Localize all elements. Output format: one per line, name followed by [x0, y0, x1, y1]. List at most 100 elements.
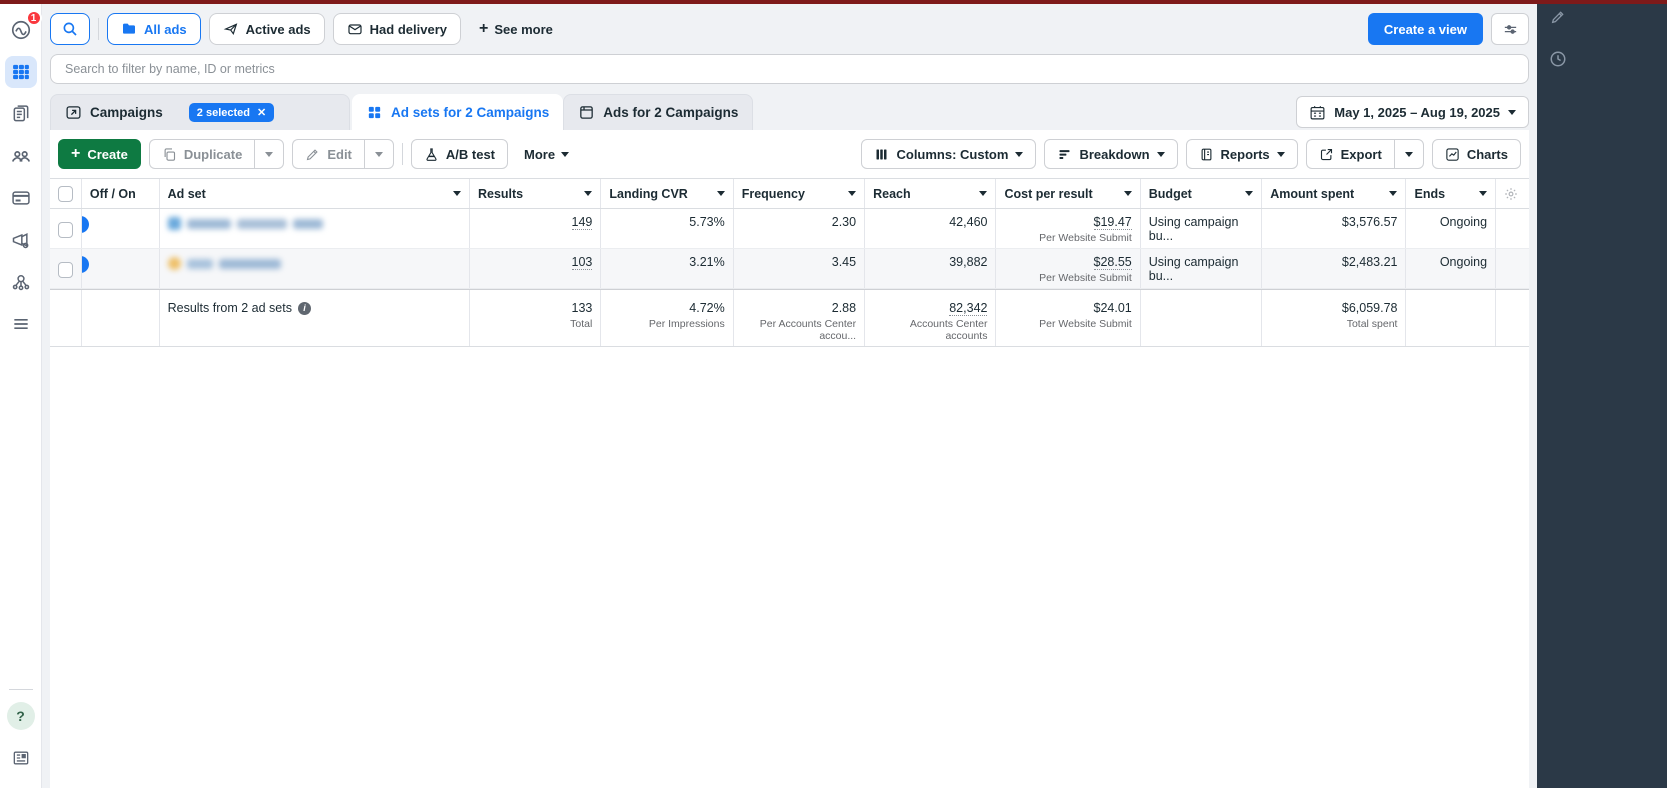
export-dropdown-button[interactable]: [1394, 139, 1424, 169]
filter-pill-label: Had delivery: [370, 22, 447, 37]
right-tools-panel: [1537, 0, 1667, 788]
create-button[interactable]: + Create: [58, 139, 141, 169]
filter-pill-active-ads[interactable]: Active ads: [209, 13, 325, 45]
export-button[interactable]: Export: [1306, 139, 1394, 169]
reach-value: 42,460: [865, 209, 996, 248]
level-tabs: Campaigns 2 selected ✕ Ad sets for 2 Cam…: [50, 94, 1529, 130]
pencil-icon: [305, 147, 320, 162]
table-row[interactable]: 149 5.73% 2.30 42,460 $19.47 Per Website…: [50, 209, 1529, 249]
duplicate-button[interactable]: Duplicate: [149, 139, 255, 169]
summary-landing-cvr-sub: Per Impressions: [609, 318, 724, 330]
sliders-icon: [1502, 21, 1519, 38]
column-header-results[interactable]: Results: [470, 179, 601, 208]
column-header-ends[interactable]: Ends: [1406, 179, 1496, 208]
charts-button[interactable]: Charts: [1432, 139, 1521, 169]
blurred-ad-set-name: [168, 257, 461, 270]
chevron-down-icon: [1277, 152, 1285, 157]
edit-dropdown-button[interactable]: [364, 139, 394, 169]
export-icon: [1319, 147, 1334, 162]
summary-reach-sub: Accounts Center accounts: [873, 318, 987, 342]
sidebar-item-audiences[interactable]: [5, 140, 37, 172]
duplicate-dropdown-button[interactable]: [254, 139, 284, 169]
info-icon[interactable]: i: [298, 302, 311, 315]
column-header-reach[interactable]: Reach: [865, 179, 996, 208]
search-icon: [61, 20, 79, 38]
filter-pill-label: All ads: [144, 22, 187, 37]
sidebar-item-billing[interactable]: [5, 182, 37, 214]
amount-spent-value: $3,576.57: [1262, 209, 1406, 248]
sidebar-item-pages[interactable]: [5, 98, 37, 130]
content-card: + Create Duplicate Edit: [50, 130, 1529, 788]
row-checkbox[interactable]: [58, 262, 73, 278]
chevron-down-icon: [1015, 152, 1023, 157]
reach-value: 39,882: [865, 249, 996, 288]
summary-amount-spent: $6,059.78: [1270, 301, 1397, 315]
history-clock-icon[interactable]: [1547, 48, 1569, 70]
results-value[interactable]: 103: [572, 255, 593, 270]
search-filter-button[interactable]: [50, 13, 90, 45]
sidebar-item-ads[interactable]: [5, 224, 37, 256]
column-header-landing-cvr[interactable]: Landing CVR: [601, 179, 733, 208]
tab-label: Ads for 2 Campaigns: [603, 105, 738, 120]
table-empty-area: [50, 347, 1529, 788]
search-input[interactable]: [50, 54, 1529, 84]
results-value[interactable]: 149: [572, 215, 593, 230]
whats-new-icon[interactable]: [5, 742, 37, 774]
column-header-amount-spent[interactable]: Amount spent: [1262, 179, 1406, 208]
cost-per-result-value[interactable]: $19.47: [1094, 215, 1132, 230]
filter-pill-all-ads[interactable]: All ads: [107, 13, 201, 45]
frequency-value: 3.45: [734, 249, 865, 288]
clear-selection-icon[interactable]: ✕: [257, 106, 266, 119]
sort-caret-icon: [1389, 191, 1397, 196]
edit-pencil-icon[interactable]: [1547, 6, 1569, 28]
envelope-icon: [347, 21, 363, 37]
column-header-budget[interactable]: Budget: [1141, 179, 1262, 208]
reports-button[interactable]: Reports: [1186, 139, 1298, 169]
send-icon: [223, 21, 239, 37]
breakdown-button[interactable]: Breakdown: [1044, 139, 1177, 169]
sidebar-item-business-assets[interactable]: [5, 266, 37, 298]
campaigns-icon: [65, 104, 82, 121]
column-header-ad-set[interactable]: Ad set: [160, 179, 470, 208]
tab-ad-sets[interactable]: Ad sets for 2 Campaigns: [352, 94, 563, 130]
sort-caret-icon: [848, 191, 856, 196]
tab-campaigns[interactable]: Campaigns 2 selected ✕: [50, 94, 350, 130]
landing-cvr-value: 5.73%: [601, 209, 733, 248]
create-a-view-button[interactable]: Create a view: [1368, 13, 1483, 45]
column-header-frequency[interactable]: Frequency: [734, 179, 865, 208]
sidebar-item-ads-manager[interactable]: [5, 56, 37, 88]
action-toolbar: + Create Duplicate Edit: [50, 130, 1529, 178]
column-header-cost-per-result[interactable]: Cost per result: [996, 179, 1140, 208]
calendar-icon: [1309, 104, 1326, 121]
select-all-checkbox[interactable]: [58, 186, 73, 202]
columns-button[interactable]: Columns: Custom: [861, 139, 1036, 169]
selected-count-badge[interactable]: 2 selected ✕: [189, 103, 274, 122]
date-range-picker[interactable]: May 1, 2025 – Aug 19, 2025: [1296, 96, 1529, 128]
meta-business-suite-icon[interactable]: 1: [5, 14, 37, 46]
breakdown-icon: [1057, 147, 1072, 162]
summary-reach[interactable]: 82,342: [949, 301, 987, 316]
view-settings-button[interactable]: [1491, 13, 1529, 45]
filter-pill-had-delivery[interactable]: Had delivery: [333, 13, 461, 45]
see-more-button[interactable]: + See more: [469, 20, 563, 38]
chevron-down-icon: [265, 152, 273, 157]
ad-set-name-redacted[interactable]: [160, 249, 470, 288]
ab-test-button[interactable]: A/B test: [411, 139, 508, 169]
chevron-down-icon: [375, 152, 383, 157]
tab-ads[interactable]: Ads for 2 Campaigns: [563, 94, 753, 130]
cost-per-result-value[interactable]: $28.55: [1094, 255, 1132, 270]
see-more-label: See more: [494, 22, 553, 37]
edit-button[interactable]: Edit: [292, 139, 364, 169]
table-settings-gear-icon[interactable]: [1496, 179, 1529, 208]
reports-icon: [1199, 147, 1214, 162]
ad-set-name-redacted[interactable]: [160, 209, 470, 248]
row-checkbox[interactable]: [58, 222, 73, 238]
sidebar-menu-icon[interactable]: [5, 308, 37, 340]
sort-caret-icon: [1245, 191, 1253, 196]
help-button[interactable]: ?: [7, 702, 35, 730]
more-button[interactable]: More: [516, 147, 577, 162]
summary-label: Results from 2 ad sets: [168, 301, 292, 315]
table-row[interactable]: 103 3.21% 3.45 39,882 $28.55 Per Website…: [50, 249, 1529, 289]
chevron-down-icon: [1157, 152, 1165, 157]
export-split-button: Export: [1306, 139, 1424, 169]
